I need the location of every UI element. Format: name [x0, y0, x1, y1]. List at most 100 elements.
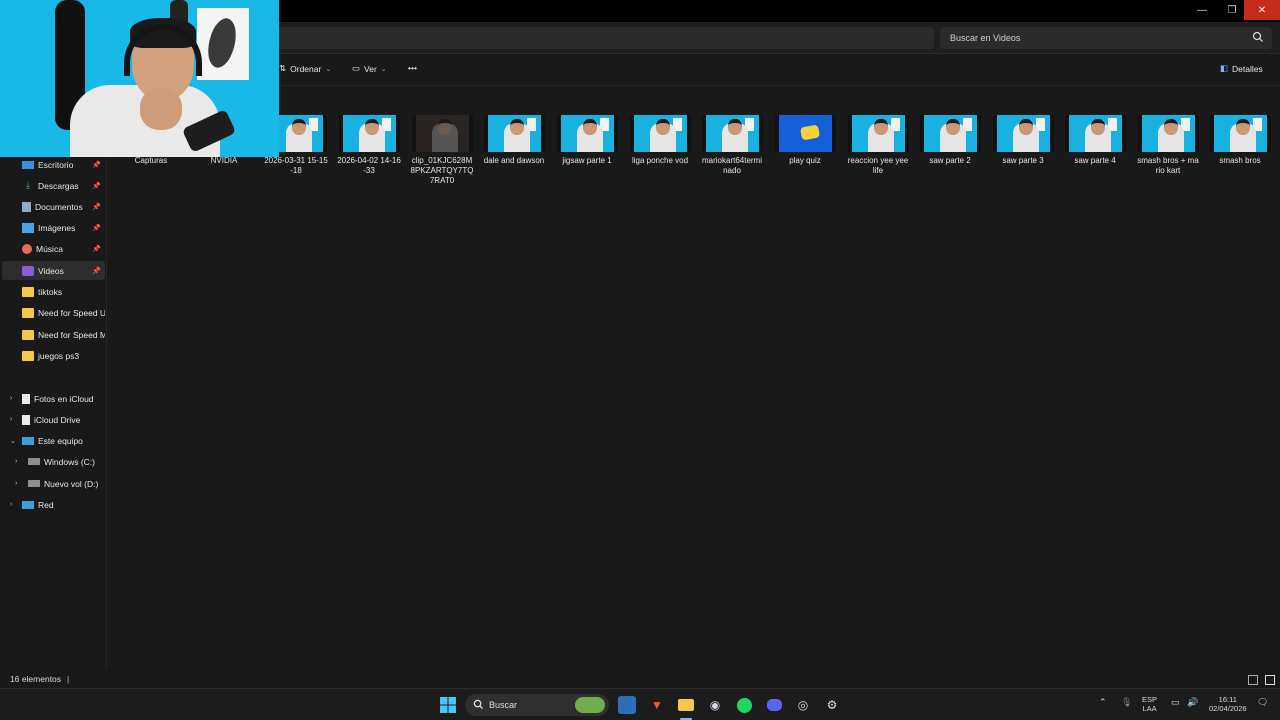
folder-icon [22, 329, 34, 340]
nav-item-imagenes[interactable]: Imágenes 📌 [2, 218, 105, 237]
volume-icon[interactable]: 🔊 [1187, 698, 1198, 707]
maximize-button[interactable]: ❐ [1217, 0, 1247, 20]
network-icon[interactable]: ▭ [1171, 698, 1180, 707]
chevron-up-icon[interactable]: ⌃ [1099, 698, 1107, 707]
person-hand [140, 88, 182, 130]
chevron-right-icon[interactable]: › [10, 501, 12, 508]
music-icon [22, 243, 32, 254]
file-item-video[interactable]: play quiz [773, 115, 837, 166]
nav-item-need-for-speed-un[interactable]: Need for Speed Un [2, 303, 105, 322]
more-options-button[interactable]: ••• [408, 63, 417, 73]
brave-browser-icon[interactable]: ▼ [648, 696, 666, 714]
taskbar-search-label: Buscar [489, 700, 518, 710]
folder-icon [22, 307, 34, 318]
nav-item-label: Red [38, 499, 54, 510]
chevron-right-icon[interactable]: › [15, 458, 17, 465]
nav-item-descargas[interactable]: ⤓ Descargas 📌 [2, 176, 105, 195]
pictures-icon [22, 222, 34, 233]
wall-poster [197, 8, 249, 80]
nav-item-label: Escritorio [38, 159, 74, 170]
video-thumbnail [701, 115, 763, 152]
taskbar: Buscar ▼ ◉ ◎ ⚙ ⌃ 🎙 ESP LAA ▭ 🔊 16:11 02/… [0, 688, 1280, 720]
chevron-right-icon[interactable]: › [10, 416, 12, 423]
nav-item-label: Descargas [38, 180, 79, 191]
start-button[interactable] [439, 696, 457, 714]
notifications-icon[interactable]: 🗨 [1257, 698, 1268, 707]
search-input[interactable]: Buscar en Videos [940, 27, 1272, 49]
details-button[interactable]: ◧ Detalles [1220, 63, 1263, 74]
obs-icon[interactable]: ◎ [794, 696, 812, 714]
nav-item-icloud-drive[interactable]: › iCloud Drive [2, 410, 105, 429]
nav-item-juegos-ps3[interactable]: juegos ps3 [2, 346, 105, 365]
address-bar[interactable] [270, 27, 934, 49]
gallery-app-icon[interactable] [618, 696, 636, 714]
steam-icon[interactable]: ◉ [706, 696, 724, 714]
file-item-video[interactable]: liga ponche vod [628, 115, 692, 166]
sort-button[interactable]: ⇅ Ordenar ⌄ [279, 63, 331, 74]
settings-gear-icon[interactable]: ⚙ [823, 696, 841, 714]
file-label: mariokart64terminado [701, 156, 762, 175]
microphone-icon[interactable]: 🎙 [1121, 698, 1132, 707]
taskbar-search[interactable]: Buscar [465, 694, 609, 716]
video-thumbnail [1137, 115, 1199, 152]
nav-item-fotos-icloud[interactable]: › Fotos en iCloud [2, 389, 105, 408]
file-item-video[interactable]: smash bros + mario kart [1136, 115, 1200, 176]
clock[interactable]: 16:11 02/04/2026 [1209, 695, 1247, 713]
video-thumbnail [483, 115, 545, 152]
file-explorer-icon[interactable] [677, 696, 695, 714]
pin-icon: 📌 [92, 267, 101, 275]
nav-item-red[interactable]: › Red [2, 495, 105, 514]
file-item-video[interactable]: smash bros [1208, 115, 1272, 166]
nav-item-videos[interactable]: Videos 📌 [2, 261, 105, 280]
nav-item-tiktoks[interactable]: tiktoks [2, 282, 105, 301]
file-item-video[interactable]: saw parte 2 [918, 115, 982, 166]
file-item-video[interactable]: saw parte 3 [991, 115, 1055, 166]
minimize-button[interactable]: — [1187, 0, 1217, 20]
spotify-icon[interactable] [735, 696, 753, 714]
file-label: NVIDIA [210, 156, 238, 165]
item-count: 16 elementos [10, 674, 62, 684]
document-icon [22, 393, 30, 404]
file-item-video[interactable]: reaccion yee yee life [846, 115, 910, 176]
file-item-video[interactable]: 2026-04-02 14-16-33 [337, 115, 401, 176]
discord-icon[interactable] [765, 696, 783, 714]
tiles-view-button[interactable] [1265, 675, 1275, 685]
file-item-video[interactable]: mariokart64terminado [700, 115, 764, 176]
desktop-icon [22, 160, 34, 169]
pin-icon: 📌 [92, 182, 101, 190]
chevron-down-icon: ⌄ [380, 65, 387, 73]
documents-icon [22, 201, 31, 212]
file-item-video[interactable]: dale and dawson [482, 115, 546, 166]
file-label: 2026-04-02 14-16-33 [337, 156, 401, 175]
view-icon: ▭ [352, 63, 361, 73]
nav-item-musica[interactable]: Música 📌 [2, 239, 105, 258]
chevron-right-icon[interactable]: › [10, 395, 12, 402]
folder-icon [22, 286, 34, 297]
chevron-right-icon[interactable]: › [15, 480, 17, 487]
file-item-video[interactable]: saw parte 4 [1063, 115, 1127, 166]
nav-item-label: Need for Speed Un [38, 307, 105, 318]
nav-item-nuevo-vol-d[interactable]: › Nuevo vol (D:) [2, 474, 105, 493]
view-button[interactable]: ▭ Ver ⌄ [352, 63, 387, 74]
chevron-down-icon: ⌄ [325, 65, 332, 73]
nav-item-escritorio[interactable]: Escritorio 📌 [2, 155, 105, 174]
nav-item-label: Need for Speed Mo [38, 329, 105, 340]
nav-item-windows-c[interactable]: › Windows (C:) [2, 452, 105, 471]
file-item-video[interactable]: clip_01KJC628M8PKZARTQY7TQ7RAT0 [410, 115, 474, 186]
language-indicator[interactable]: ESP LAA [1142, 695, 1157, 713]
nav-item-need-for-speed-mo[interactable]: Need for Speed Mo [2, 325, 105, 344]
videos-icon [22, 265, 34, 276]
details-pane-icon: ◧ [1220, 63, 1229, 73]
file-item-video[interactable]: jigsaw parte 1 [555, 115, 619, 166]
close-button[interactable]: ✕ [1244, 0, 1280, 20]
video-thumbnail [774, 115, 836, 152]
nav-item-label: Videos [38, 265, 64, 276]
chevron-down-icon[interactable]: ⌄ [10, 437, 16, 445]
nav-item-label: Imágenes [38, 222, 76, 233]
pin-icon: 📌 [92, 245, 101, 253]
details-view-button[interactable] [1248, 675, 1258, 685]
video-thumbnail [847, 115, 909, 152]
nav-item-documentos[interactable]: Documentos 📌 [2, 197, 105, 216]
nav-item-este-equipo[interactable]: ⌄ Este equipo [2, 431, 105, 450]
pin-icon: 📌 [92, 203, 101, 211]
